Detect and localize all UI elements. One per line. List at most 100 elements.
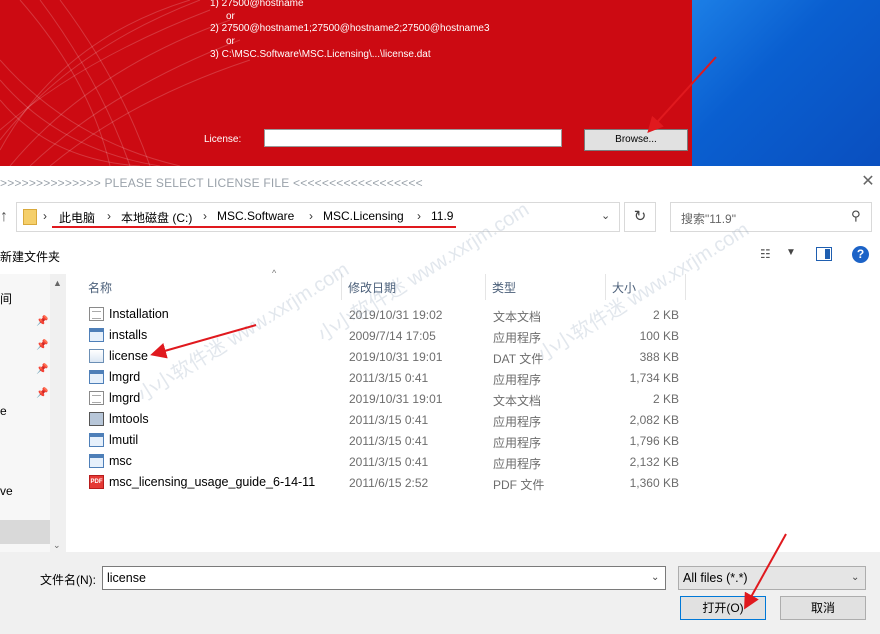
file-size: 1,796 KB [629, 434, 679, 448]
view-options-icon[interactable]: ☷ [760, 247, 771, 261]
breadcrumb-local-disk[interactable]: 本地磁盘 (C:) [121, 209, 192, 226]
file-size: 388 KB [639, 350, 679, 364]
file-name: Installation [109, 307, 169, 321]
chevron-right-icon: › [107, 209, 111, 223]
pin-icon: 📌 [36, 340, 49, 351]
file-date: 2009/7/14 17:05 [349, 329, 436, 343]
exe-icon [89, 370, 104, 384]
file-row[interactable]: lmgrd 2011/3/15 0:41 应用程序 1,734 KB [84, 367, 684, 388]
sort-ascending-icon: ^ [272, 268, 277, 278]
filename-label: 文件名(N): [40, 573, 96, 587]
chevron-down-icon[interactable]: ⌄ [651, 572, 659, 583]
file-size: 2 KB [652, 392, 679, 406]
file-row[interactable]: installs 2009/7/14 17:05 应用程序 100 KB [84, 325, 684, 346]
chevron-down-icon[interactable]: ⌄ [53, 540, 61, 551]
text-file-icon [89, 307, 104, 321]
chevron-up-icon[interactable]: ▲ [53, 278, 62, 288]
file-list-header: 名称 ^ 修改日期 类型 大小 [66, 268, 686, 300]
search-icon: ⚲ [851, 208, 861, 223]
pin-icon: 📌 [36, 388, 49, 399]
license-input[interactable] [264, 129, 562, 147]
chevron-right-icon: › [417, 209, 421, 223]
file-type: 应用程序 [493, 415, 542, 429]
file-type: DAT 文件 [493, 352, 544, 366]
installer-window: 1) 27500@hostname or 2) 27500@hostname1;… [0, 0, 692, 166]
file-row[interactable]: lmgrd 2019/10/31 19:01 文本文档 2 KB [84, 388, 684, 409]
column-name[interactable]: 名称 [66, 274, 342, 300]
file-name: lmgrd [109, 370, 141, 384]
column-date[interactable]: 修改日期 [342, 274, 486, 300]
chevron-right-icon: › [43, 209, 47, 223]
refresh-icon[interactable]: ↻ [624, 202, 656, 232]
dialog-footer: 文件名(N): license ⌄ All files (*.*) ⌄ 打开(O… [0, 552, 880, 634]
new-folder-button[interactable]: 新建文件夹 [0, 248, 60, 265]
file-row[interactable]: Installation 2019/10/31 19:02 文本文档 2 KB [84, 304, 684, 325]
file-row[interactable]: PDF msc_licensing_usage_guide_6-14-11 20… [84, 472, 684, 493]
file-size: 2,082 KB [629, 413, 679, 427]
exe-icon [89, 328, 104, 342]
file-type-value: All files (*.*) [683, 571, 748, 585]
file-date: 2019/10/31 19:01 [349, 350, 443, 364]
file-open-dialog: >>>>>>>>>>>>>> PLEASE SELECT LICENSE FIL… [0, 166, 880, 634]
close-icon[interactable]: ✕ [858, 172, 878, 192]
toolbar: 新建文件夹 ☷ ▼ ? [0, 238, 880, 272]
pin-icon: 📌 [36, 316, 49, 327]
file-date: 2011/6/15 2:52 [349, 476, 429, 490]
open-button[interactable]: 打开(O) [680, 596, 766, 620]
file-row[interactable]: msc 2011/3/15 0:41 应用程序 2,132 KB [84, 451, 684, 472]
text-file-icon [89, 391, 104, 405]
file-name: installs [109, 328, 148, 342]
file-date: 2011/3/15 0:41 [349, 371, 429, 385]
file-size: 1,734 KB [629, 371, 679, 385]
file-type: 文本文档 [493, 310, 542, 324]
column-type[interactable]: 类型 [486, 274, 606, 300]
nav-item[interactable]: e [0, 404, 7, 418]
license-option-3: 3) C:\MSC.Software\MSC.Licensing\...\lic… [210, 49, 431, 60]
license-label: License: [204, 134, 242, 145]
navigation-row: ↑ › 此电脑 › 本地磁盘 (C:) › MSC.Software › MSC… [0, 200, 880, 234]
file-row[interactable]: lmtools 2011/3/15 0:41 应用程序 2,082 KB [84, 409, 684, 430]
breadcrumb-11-9[interactable]: 11.9 [431, 209, 453, 223]
breadcrumb-underline [52, 226, 456, 228]
nav-scrollbar[interactable]: ▲ ⌄ [50, 274, 66, 554]
file-name: lmtools [109, 412, 149, 426]
file-date: 2019/10/31 19:02 [349, 308, 443, 322]
column-size[interactable]: 大小 [606, 274, 686, 300]
dialog-title: >>>>>>>>>>>>>> PLEASE SELECT LICENSE FIL… [0, 176, 423, 190]
preview-pane-icon[interactable] [816, 247, 832, 261]
exe-icon [89, 433, 104, 447]
desktop-background [692, 0, 880, 166]
nav-item-selected[interactable] [0, 520, 50, 544]
pin-icon: 📌 [36, 364, 49, 375]
exe-icon [89, 454, 104, 468]
file-type-select[interactable]: All files (*.*) ⌄ [678, 566, 866, 590]
breadcrumb-msc-licensing[interactable]: MSC.Licensing [323, 209, 404, 223]
chevron-down-icon[interactable]: ⌄ [851, 572, 859, 583]
file-type: 应用程序 [493, 331, 542, 345]
file-name: lmgrd [109, 391, 141, 405]
breadcrumb-this-pc[interactable]: 此电脑 [59, 209, 95, 226]
browse-button[interactable]: Browse... [584, 129, 688, 151]
file-row-license[interactable]: license 2019/10/31 19:01 DAT 文件 388 KB [84, 346, 684, 367]
dat-file-icon [89, 349, 104, 363]
file-type: PDF 文件 [493, 478, 545, 492]
nav-item[interactable]: ve [0, 484, 13, 498]
file-row[interactable]: lmutil 2011/3/15 0:41 应用程序 1,796 KB [84, 430, 684, 451]
up-arrow-icon[interactable]: ↑ [0, 208, 8, 226]
search-input[interactable]: 搜索"11.9" ⚲ [670, 202, 872, 232]
cancel-button[interactable]: 取消 [780, 596, 866, 620]
search-placeholder: 搜索"11.9" [681, 212, 736, 226]
file-size: 2,132 KB [629, 455, 679, 469]
chevron-down-icon[interactable]: ▼ [786, 247, 796, 258]
dialog-titlebar: >>>>>>>>>>>>>> PLEASE SELECT LICENSE FIL… [0, 166, 880, 198]
or-text: or [226, 36, 235, 47]
nav-item[interactable]: 间 [0, 290, 12, 307]
help-icon[interactable]: ? [852, 246, 869, 263]
file-size: 2 KB [652, 308, 679, 322]
file-size: 1,360 KB [629, 476, 679, 490]
file-type: 应用程序 [493, 373, 542, 387]
chevron-down-icon[interactable]: ⌄ [601, 209, 610, 222]
breadcrumb-msc-software[interactable]: MSC.Software [217, 209, 294, 223]
filename-input[interactable]: license ⌄ [102, 566, 666, 590]
file-type: 文本文档 [493, 394, 542, 408]
